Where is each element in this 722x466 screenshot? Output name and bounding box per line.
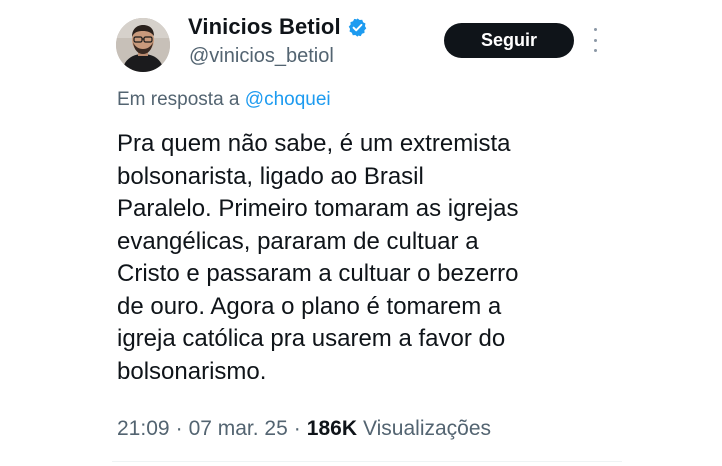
tweet-date[interactable]: 07 mar. 25 xyxy=(189,417,288,441)
divider xyxy=(112,461,622,462)
more-dot xyxy=(593,28,597,31)
reply-mention-link[interactable]: @choquei xyxy=(245,89,331,110)
views-label: Visualizações xyxy=(363,417,492,440)
more-dot xyxy=(593,49,597,52)
author-name-row: Vinicios Betiol xyxy=(188,14,368,40)
tweet-time[interactable]: 21:09 xyxy=(117,417,170,441)
verified-badge-icon xyxy=(347,17,368,38)
views-count[interactable]: 186K xyxy=(307,417,357,441)
reply-prefix: Em resposta a xyxy=(117,89,245,110)
tweet-card: Vinicios Betiol @vinicios_betiol Seguir … xyxy=(0,0,722,466)
author-name[interactable]: Vinicios Betiol xyxy=(188,14,341,40)
more-dot xyxy=(593,38,597,42)
tweet-text: Pra quem não sabe, é um extremista bolso… xyxy=(117,130,519,385)
tweet-meta: 21:09 · 07 mar. 25 · 186K Visualizações xyxy=(117,417,491,441)
meta-separator: · xyxy=(175,417,183,440)
avatar[interactable] xyxy=(116,18,170,72)
author-handle[interactable]: @vinicios_betiol xyxy=(189,45,334,68)
reply-context: Em resposta a @choquei xyxy=(117,89,331,111)
more-options-icon[interactable] xyxy=(590,28,600,52)
follow-button[interactable]: Seguir xyxy=(444,23,574,58)
meta-separator: · xyxy=(293,417,301,440)
